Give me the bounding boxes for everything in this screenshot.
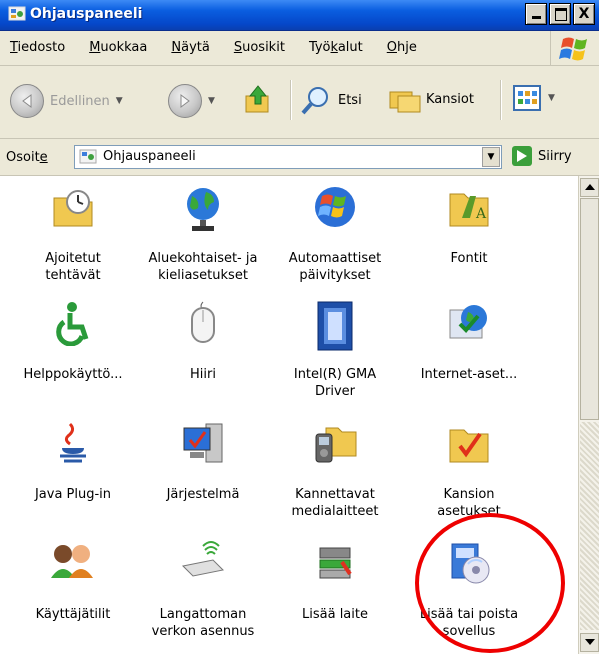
back-dropdown-icon[interactable]: ▼ bbox=[116, 96, 123, 106]
minimize-button[interactable] bbox=[525, 3, 547, 25]
folders-icon bbox=[389, 91, 421, 113]
folder-options-icon bbox=[400, 420, 538, 484]
item-label: Langattoman verkon asennus bbox=[151, 607, 255, 639]
back-label: Edellinen bbox=[50, 93, 110, 109]
add-hardware-icon bbox=[266, 540, 404, 604]
control-panel-icon bbox=[8, 6, 26, 21]
back-arrow-icon bbox=[10, 84, 44, 118]
user-accounts-icon bbox=[4, 540, 142, 604]
menu-bar: Tiedosto Muokkaa Näytä Suosikit Työkalut Ohje bbox=[0, 31, 599, 66]
up-folder-icon bbox=[245, 85, 269, 113]
address-dropdown-icon[interactable]: ▼ bbox=[482, 147, 500, 167]
item-label: Aluekohtaiset- ja kieliasetukset bbox=[148, 251, 258, 283]
control-panel-item[interactable]: Kansion asetukset bbox=[400, 420, 538, 520]
views-button[interactable]: ▼ bbox=[512, 84, 555, 112]
control-panel-item[interactable]: Hiiri bbox=[134, 300, 272, 383]
forward-arrow-icon bbox=[168, 84, 202, 118]
control-panel-item[interactable]: Internet-aset... bbox=[400, 300, 538, 383]
menu-item[interactable]: Tiedosto bbox=[10, 40, 65, 55]
accessibility-icon bbox=[4, 300, 142, 364]
control-panel-item[interactable]: Helppokäyttö... bbox=[4, 300, 142, 383]
control-panel-item[interactable]: Lisää tai poista sovellus bbox=[400, 540, 538, 640]
control-panel-items: Ajoitetut tehtävät Aluekohtaiset- ja kielia… bbox=[0, 176, 578, 654]
folders-button[interactable]: Kansiot bbox=[388, 84, 474, 114]
item-label: Järjestelmä bbox=[166, 487, 240, 502]
views-icon bbox=[513, 85, 541, 111]
system-icon bbox=[134, 420, 272, 484]
close-button[interactable]: X bbox=[573, 3, 595, 25]
address-field[interactable]: Ohjauspaneeli ▼ bbox=[74, 145, 502, 169]
control-panel-item[interactable]: Käyttäjätilit bbox=[4, 540, 142, 623]
vertical-scrollbar[interactable] bbox=[578, 176, 599, 654]
search-label: Etsi bbox=[338, 92, 362, 108]
svg-text:A: A bbox=[475, 206, 487, 222]
globe-icon bbox=[134, 184, 272, 248]
title-bar[interactable]: Ohjauspaneeli X bbox=[0, 0, 599, 31]
item-label: Lisää laite bbox=[302, 607, 368, 622]
scheduled-tasks-icon bbox=[4, 184, 142, 248]
control-panel-item[interactable]: A Fontit bbox=[400, 184, 538, 267]
menu-item[interactable]: Ohje bbox=[387, 40, 417, 55]
forward-dropdown-icon[interactable]: ▼ bbox=[208, 96, 215, 106]
menu-item[interactable]: Suosikit bbox=[234, 40, 285, 55]
menu-item[interactable]: Työkalut bbox=[309, 40, 363, 55]
item-label: Fontit bbox=[450, 251, 488, 266]
go-label: Siirry bbox=[538, 148, 572, 164]
control-panel-item[interactable]: Järjestelmä bbox=[134, 420, 272, 503]
go-arrow-icon bbox=[512, 146, 532, 166]
address-value: Ohjauspaneeli bbox=[103, 149, 196, 164]
wireless-setup-icon bbox=[134, 540, 272, 604]
item-label: Kannettavat medialaitteet bbox=[291, 487, 379, 519]
scroll-thumb[interactable] bbox=[580, 198, 599, 420]
windows-update-icon bbox=[266, 184, 404, 248]
control-panel-item[interactable]: Java Plug-in bbox=[4, 420, 142, 503]
views-dropdown-icon[interactable]: ▼ bbox=[548, 93, 555, 103]
back-button[interactable]: Edellinen ▼ bbox=[10, 84, 123, 118]
internet-options-icon bbox=[400, 300, 538, 364]
intel-gma-icon bbox=[266, 300, 404, 364]
control-panel-item[interactable]: Ajoitetut tehtävät bbox=[4, 184, 142, 284]
menu-item[interactable]: Muokkaa bbox=[89, 40, 147, 55]
forward-button[interactable]: ▼ bbox=[168, 84, 215, 118]
scroll-down-button[interactable] bbox=[580, 633, 599, 652]
item-label: Hiiri bbox=[190, 367, 216, 382]
menu-item[interactable]: Näytä bbox=[171, 40, 209, 55]
control-panel-item[interactable]: Kannettavat medialaitteet bbox=[266, 420, 404, 520]
toolbar: Edellinen ▼ ▼ Etsi Kansiot ▼ bbox=[0, 66, 599, 139]
up-folder-button[interactable] bbox=[242, 84, 274, 116]
scroll-track[interactable] bbox=[580, 422, 599, 630]
item-label: Java Plug-in bbox=[34, 487, 112, 502]
search-button[interactable]: Etsi bbox=[300, 84, 362, 116]
control-panel-item[interactable]: Lisää laite bbox=[266, 540, 404, 623]
address-bar: Osoite Ohjauspaneeli ▼ Siirry bbox=[0, 139, 599, 176]
menu-items: Tiedosto Muokkaa Näytä Suosikit Työkalut Ohje bbox=[10, 40, 441, 55]
control-panel-item[interactable]: Automaattiset päivitykset bbox=[266, 184, 404, 284]
control-panel-item[interactable]: Aluekohtaiset- ja kieliasetukset bbox=[134, 184, 272, 284]
item-label: Internet-aset... bbox=[420, 367, 518, 382]
window-title: Ohjauspaneeli bbox=[30, 6, 143, 22]
control-panel-item[interactable]: Langattoman verkon asennus bbox=[134, 540, 272, 640]
item-label: Automaattiset päivitykset bbox=[288, 251, 382, 283]
item-label: Lisää tai poista sovellus bbox=[419, 607, 519, 639]
maximize-button[interactable] bbox=[549, 3, 571, 25]
mouse-icon bbox=[134, 300, 272, 364]
window-controls: X bbox=[525, 3, 595, 25]
item-label: Käyttäjätilit bbox=[35, 607, 111, 622]
address-label: Osoite bbox=[6, 150, 48, 165]
search-icon bbox=[301, 87, 328, 115]
control-panel-icon bbox=[79, 149, 97, 164]
scroll-up-button[interactable] bbox=[580, 178, 599, 197]
item-label: Intel(R) GMA Driver bbox=[293, 367, 377, 399]
java-icon bbox=[4, 420, 142, 484]
item-label: Ajoitetut tehtävät bbox=[45, 251, 101, 283]
portable-media-icon bbox=[266, 420, 404, 484]
windows-logo-icon bbox=[550, 31, 599, 65]
go-button[interactable]: Siirry bbox=[512, 146, 572, 166]
item-label: Helppokäyttö... bbox=[23, 367, 123, 382]
fonts-folder-icon: A bbox=[400, 184, 538, 248]
item-label: Kansion asetukset bbox=[437, 487, 501, 519]
add-remove-programs-icon bbox=[400, 540, 538, 604]
folders-label: Kansiot bbox=[426, 91, 474, 107]
control-panel-item[interactable]: Intel(R) GMA Driver bbox=[266, 300, 404, 400]
